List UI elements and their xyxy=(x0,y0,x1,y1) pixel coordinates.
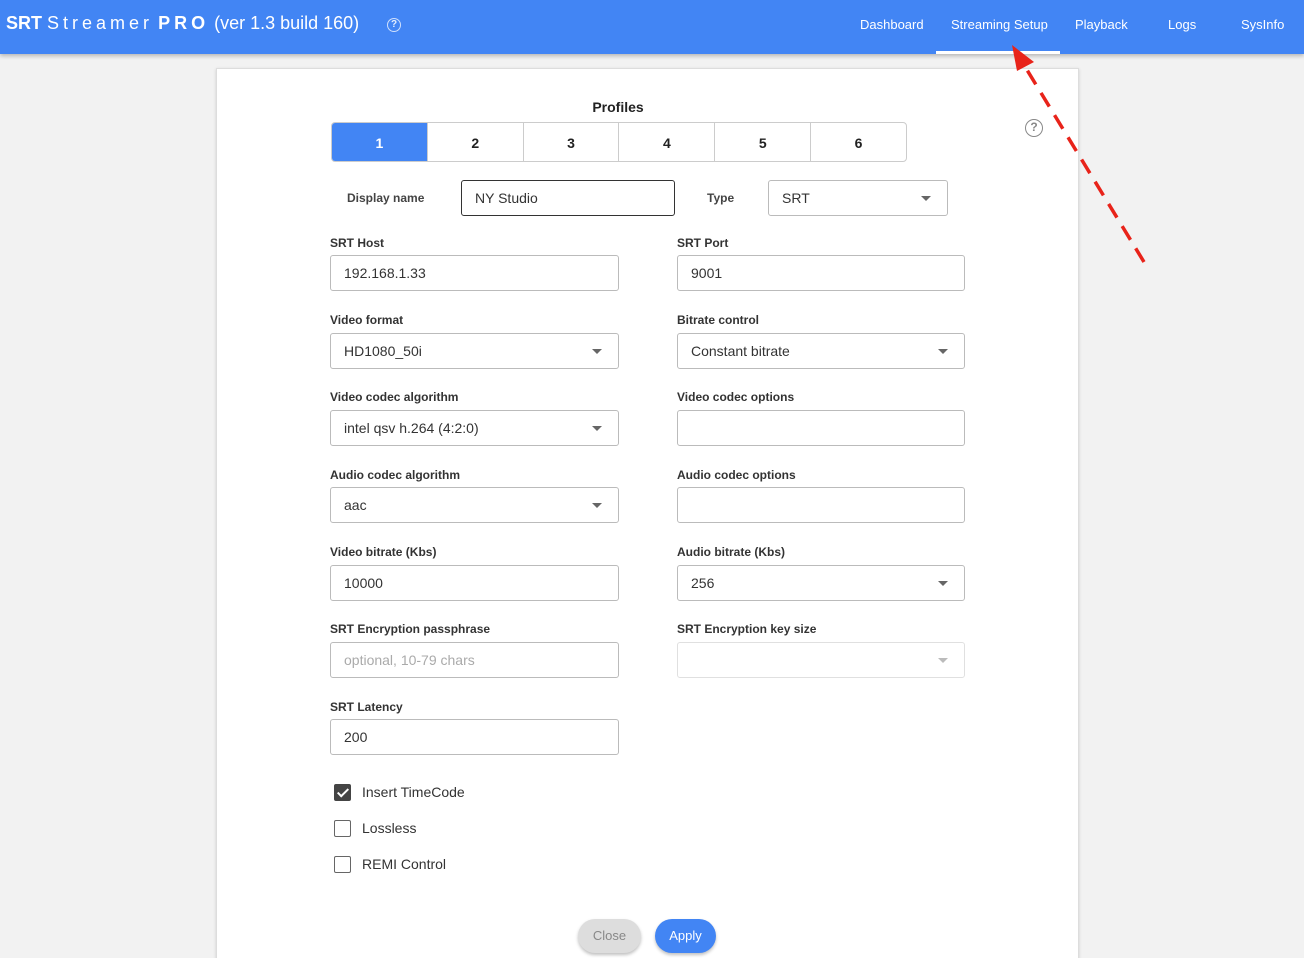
video-codec-algorithm-label: Video codec algorithm xyxy=(330,390,459,404)
profiles-title: Profiles xyxy=(592,99,644,115)
video-bitrate-label: Video bitrate (Kbs) xyxy=(330,545,437,559)
video-codec-algorithm-value: intel qsv h.264 (4:2:0) xyxy=(344,420,479,436)
help-icon[interactable]: ? xyxy=(387,18,401,32)
active-nav-indicator xyxy=(936,51,1060,54)
profile-tabs: 1 2 3 4 5 6 xyxy=(331,122,907,162)
srt-port-label: SRT Port xyxy=(677,236,729,250)
video-codec-options-input[interactable] xyxy=(677,410,965,446)
help-icon[interactable]: ? xyxy=(1025,119,1043,137)
brand-streamer: Streamer xyxy=(47,13,154,33)
audio-bitrate-label: Audio bitrate (Kbs) xyxy=(677,545,785,559)
nav-sysinfo[interactable]: SysInfo xyxy=(1241,17,1284,32)
srt-port-input[interactable] xyxy=(677,255,965,291)
chevron-down-icon xyxy=(938,581,948,586)
encryption-key-size-select xyxy=(677,642,965,678)
nav-playback[interactable]: Playback xyxy=(1075,17,1128,32)
lossless-checkbox[interactable]: Lossless xyxy=(334,819,416,837)
profile-tab-1[interactable]: 1 xyxy=(332,123,428,161)
chevron-down-icon xyxy=(592,349,602,354)
audio-bitrate-select[interactable]: 256 xyxy=(677,565,965,601)
type-select[interactable]: SRT xyxy=(768,180,948,216)
video-format-value: HD1080_50i xyxy=(344,343,422,359)
audio-codec-algorithm-select[interactable]: aac xyxy=(330,487,619,523)
display-name-input[interactable] xyxy=(461,180,675,216)
brand-srt: SRT xyxy=(6,13,42,33)
brand-version: (ver 1.3 build 160) xyxy=(214,13,360,33)
lossless-label: Lossless xyxy=(362,820,417,836)
video-codec-options-label: Video codec options xyxy=(677,390,795,404)
chevron-down-icon xyxy=(921,196,931,201)
bitrate-control-select[interactable]: Constant bitrate xyxy=(677,333,965,369)
srt-host-label: SRT Host xyxy=(330,236,384,250)
top-app-bar: SRT Streamer PRO (ver 1.3 build 160) ? D… xyxy=(0,0,1304,54)
srt-latency-input[interactable] xyxy=(330,719,619,755)
app-title: SRT Streamer PRO (ver 1.3 build 160) xyxy=(6,13,359,34)
profile-tab-3[interactable]: 3 xyxy=(524,123,620,161)
audio-codec-algorithm-label: Audio codec algorithm xyxy=(330,468,461,482)
type-value: SRT xyxy=(782,190,810,206)
video-format-label: Video format xyxy=(330,313,404,327)
audio-codec-options-label: Audio codec options xyxy=(677,468,796,482)
display-name-label: Display name xyxy=(347,191,425,205)
profile-tab-5[interactable]: 5 xyxy=(715,123,812,161)
audio-codec-options-input[interactable] xyxy=(677,487,965,523)
checkbox-checked-icon[interactable] xyxy=(334,783,351,801)
close-button[interactable]: Close xyxy=(578,919,641,953)
chevron-down-icon xyxy=(938,349,948,354)
profile-tab-6[interactable]: 6 xyxy=(811,123,906,161)
video-codec-algorithm-select[interactable]: intel qsv h.264 (4:2:0) xyxy=(330,410,619,446)
nav-dashboard[interactable]: Dashboard xyxy=(860,17,924,32)
chevron-down-icon xyxy=(938,658,948,663)
chevron-down-icon xyxy=(592,426,602,431)
apply-button[interactable]: Apply xyxy=(655,919,716,953)
audio-bitrate-value: 256 xyxy=(691,575,715,591)
srt-host-input[interactable] xyxy=(330,255,619,291)
srt-latency-label: SRT Latency xyxy=(330,700,403,714)
audio-codec-algorithm-value: aac xyxy=(344,497,367,513)
nav-streaming-setup[interactable]: Streaming Setup xyxy=(951,17,1048,32)
profile-tab-2[interactable]: 2 xyxy=(428,123,524,161)
insert-timecode-checkbox[interactable]: Insert TimeCode xyxy=(334,783,465,801)
insert-timecode-label: Insert TimeCode xyxy=(362,784,465,800)
checkbox-unchecked-icon[interactable] xyxy=(334,855,351,873)
encryption-passphrase-input[interactable] xyxy=(330,642,619,678)
brand-pro: PRO xyxy=(158,13,210,33)
bitrate-control-label: Bitrate control xyxy=(677,313,760,327)
bitrate-control-value: Constant bitrate xyxy=(691,343,790,359)
profile-tab-4[interactable]: 4 xyxy=(619,123,716,161)
encryption-key-size-label: SRT Encryption key size xyxy=(677,622,817,636)
remi-control-checkbox[interactable]: REMI Control xyxy=(334,855,446,873)
encryption-passphrase-label: SRT Encryption passphrase xyxy=(330,622,491,636)
type-label: Type xyxy=(707,191,735,205)
video-format-select[interactable]: HD1080_50i xyxy=(330,333,619,369)
remi-control-label: REMI Control xyxy=(362,856,447,872)
chevron-down-icon xyxy=(592,503,602,508)
checkbox-unchecked-icon[interactable] xyxy=(334,819,351,837)
nav-logs[interactable]: Logs xyxy=(1168,17,1196,32)
video-bitrate-input[interactable] xyxy=(330,565,619,601)
